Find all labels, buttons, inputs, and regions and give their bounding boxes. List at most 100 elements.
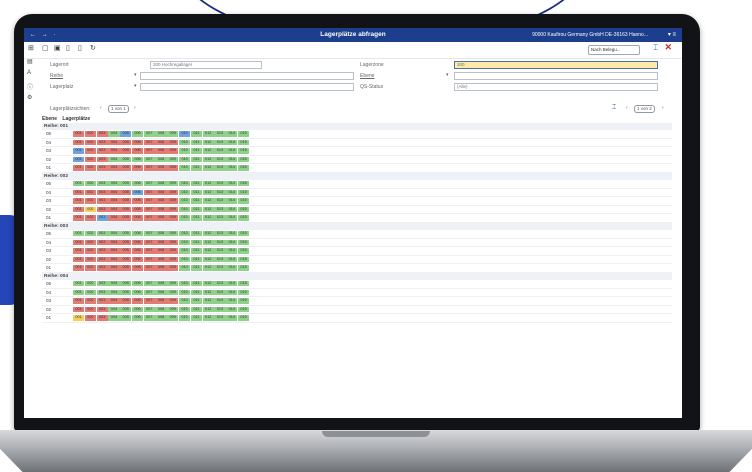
storage-slot[interactable]: 007 [143, 189, 155, 196]
storage-slot[interactable]: 004 [108, 148, 120, 154]
storage-slot[interactable]: 013 [214, 131, 226, 137]
storage-slot[interactable]: 001 [73, 156, 85, 163]
prev-page-icon[interactable]: ‹ [100, 105, 102, 111]
storage-slot[interactable]: 006 [131, 230, 144, 237]
storage-slot[interactable]: 003 [96, 280, 108, 287]
storage-slot[interactable]: 003 [96, 180, 108, 187]
storage-slot[interactable]: 005 [120, 148, 132, 154]
storage-slot[interactable]: 009 [167, 139, 179, 146]
window-menu-icon[interactable]: ▾ ≡ [668, 28, 676, 42]
storage-slot[interactable]: 009 [167, 315, 179, 321]
storage-slot[interactable]: 001 [73, 256, 85, 263]
storage-slot[interactable]: 014 [226, 156, 238, 163]
storage-slot[interactable]: 005 [120, 306, 132, 313]
storage-slot[interactable]: 013 [214, 298, 226, 304]
storage-slot[interactable]: 005 [120, 139, 132, 146]
storage-slot[interactable]: 003 [96, 206, 108, 213]
storage-slot[interactable]: 003 [96, 139, 108, 146]
storage-slot[interactable]: 004 [108, 289, 120, 295]
storage-slot[interactable]: 013 [214, 315, 226, 321]
storage-slot[interactable]: 010 [179, 239, 191, 246]
new-document-icon[interactable]: ▢ [42, 44, 49, 52]
storage-slot[interactable]: 010 [179, 248, 191, 254]
storage-slot[interactable]: 013 [214, 215, 226, 221]
storage-slot[interactable]: 004 [108, 180, 120, 187]
storage-slot[interactable]: 011 [190, 206, 202, 213]
storage-slot[interactable]: 010 [179, 230, 191, 237]
storage-slot[interactable]: 004 [108, 206, 120, 213]
storage-slot[interactable]: 013 [214, 265, 226, 271]
lagerort-field[interactable]: 300 Hochregallager [150, 61, 262, 69]
storage-slot[interactable]: 015 [237, 206, 250, 213]
storage-slot[interactable]: 008 [155, 306, 167, 313]
lagerplatz-field[interactable] [140, 83, 354, 91]
qs-status-select[interactable]: (Alle) [454, 83, 658, 91]
reihe-field[interactable] [140, 72, 354, 80]
storage-slot[interactable]: 015 [237, 165, 250, 171]
storage-slot[interactable]: 012 [202, 148, 214, 154]
storage-slot[interactable]: 004 [108, 298, 120, 304]
storage-slot[interactable]: 010 [179, 189, 191, 196]
storage-slot[interactable]: 010 [179, 315, 191, 321]
storage-slot[interactable]: 014 [226, 165, 238, 171]
storage-slot[interactable]: 015 [237, 289, 250, 295]
storage-slot[interactable]: 002 [84, 289, 96, 295]
storage-slot[interactable]: 015 [237, 315, 250, 321]
storage-slot[interactable]: 005 [120, 180, 132, 187]
storage-slot[interactable]: 011 [190, 239, 202, 246]
storage-slot[interactable]: 003 [96, 239, 108, 246]
grid-filter-icon[interactable]: ⌶ [612, 104, 616, 112]
storage-slot[interactable]: 003 [96, 248, 108, 254]
storage-slot[interactable]: 006 [131, 215, 144, 221]
storage-slot[interactable]: 014 [226, 280, 238, 287]
storage-slot[interactable]: 010 [179, 148, 191, 154]
storage-slot[interactable]: 013 [214, 280, 226, 287]
storage-slot[interactable]: 012 [202, 239, 214, 246]
storage-slot[interactable]: 013 [214, 180, 226, 187]
storage-slot[interactable]: 007 [143, 315, 155, 321]
storage-slot[interactable]: 012 [202, 165, 214, 171]
storage-slot[interactable]: 008 [155, 256, 167, 263]
storage-slot[interactable]: 001 [73, 180, 85, 187]
storage-slot[interactable]: 009 [167, 189, 179, 196]
storage-slot[interactable]: 001 [73, 230, 85, 237]
storage-slot[interactable]: 015 [237, 248, 250, 254]
storage-slot[interactable]: 002 [84, 215, 96, 221]
grid-page-indicator[interactable]: 1 von 2 [634, 105, 655, 113]
storage-slot[interactable]: 015 [237, 280, 250, 287]
text-icon[interactable]: A [27, 70, 31, 76]
storage-slot[interactable]: 015 [237, 265, 250, 271]
storage-slot[interactable]: 010 [179, 139, 191, 146]
storage-slot[interactable]: 006 [131, 306, 144, 313]
storage-slot[interactable]: 005 [120, 239, 132, 246]
storage-slot[interactable]: 001 [73, 131, 85, 137]
next-page-icon[interactable]: › [134, 105, 136, 111]
storage-slot[interactable]: 008 [155, 248, 167, 254]
storage-slot[interactable]: 014 [226, 248, 238, 254]
storage-slot[interactable]: 011 [190, 148, 202, 154]
storage-slot[interactable]: 008 [155, 298, 167, 304]
storage-slot[interactable]: 012 [202, 131, 214, 137]
storage-slot[interactable]: 006 [131, 189, 144, 196]
storage-slot[interactable]: 009 [167, 215, 179, 221]
storage-slot[interactable]: 003 [96, 315, 108, 321]
storage-slot[interactable]: 011 [190, 165, 202, 171]
storage-slot[interactable]: 004 [108, 139, 120, 146]
storage-slot[interactable]: 001 [73, 215, 85, 221]
storage-slot[interactable]: 008 [155, 139, 167, 146]
storage-slot[interactable]: 002 [84, 180, 96, 187]
storage-slot[interactable]: 009 [167, 289, 179, 295]
storage-slot[interactable]: 009 [167, 298, 179, 304]
storage-slot[interactable]: 014 [226, 239, 238, 246]
storage-slot[interactable]: 010 [179, 198, 191, 204]
storage-slot[interactable]: 005 [120, 131, 132, 137]
storage-slot[interactable]: 013 [214, 165, 226, 171]
storage-slot[interactable]: 005 [120, 215, 132, 221]
storage-slot[interactable]: 008 [155, 230, 167, 237]
storage-slot[interactable]: 010 [179, 289, 191, 295]
storage-slot[interactable]: 008 [155, 131, 167, 137]
storage-slot[interactable]: 010 [179, 180, 191, 187]
storage-slot[interactable]: 004 [108, 156, 120, 163]
storage-slot[interactable]: 003 [96, 198, 108, 204]
storage-slot[interactable]: 003 [96, 148, 108, 154]
